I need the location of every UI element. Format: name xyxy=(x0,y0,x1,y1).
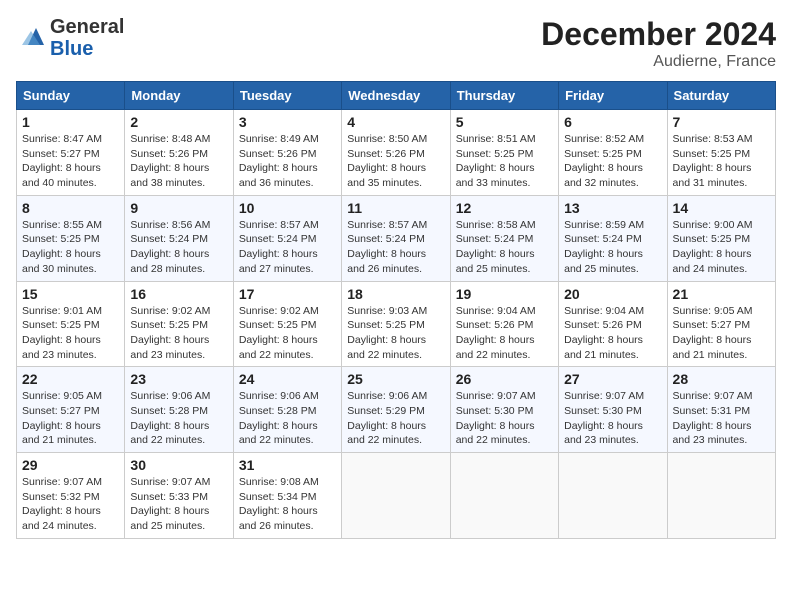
calendar-cell-empty xyxy=(450,453,558,539)
column-header-wednesday: Wednesday xyxy=(342,82,450,110)
calendar-cell-5: 5Sunrise: 8:51 AMSunset: 5:25 PMDaylight… xyxy=(450,110,558,196)
calendar-cell-24: 24Sunrise: 9:06 AMSunset: 5:28 PMDayligh… xyxy=(233,367,341,453)
calendar-cell-20: 20Sunrise: 9:04 AMSunset: 5:26 PMDayligh… xyxy=(559,281,667,367)
header: General Blue December 2024 Audierne, Fra… xyxy=(16,16,776,71)
logo-blue-text: Blue xyxy=(50,38,93,60)
calendar-cell-23: 23Sunrise: 9:06 AMSunset: 5:28 PMDayligh… xyxy=(125,367,233,453)
calendar-week-1: 8Sunrise: 8:55 AMSunset: 5:25 PMDaylight… xyxy=(17,195,776,281)
calendar-table: SundayMondayTuesdayWednesdayThursdayFrid… xyxy=(16,81,776,539)
calendar-cell-8: 8Sunrise: 8:55 AMSunset: 5:25 PMDaylight… xyxy=(17,195,125,281)
calendar-cell-empty xyxy=(667,453,775,539)
calendar-week-0: 1Sunrise: 8:47 AMSunset: 5:27 PMDaylight… xyxy=(17,110,776,196)
calendar-cell-22: 22Sunrise: 9:05 AMSunset: 5:27 PMDayligh… xyxy=(17,367,125,453)
column-header-monday: Monday xyxy=(125,82,233,110)
calendar-cell-31: 31Sunrise: 9:08 AMSunset: 5:34 PMDayligh… xyxy=(233,453,341,539)
calendar-week-2: 15Sunrise: 9:01 AMSunset: 5:25 PMDayligh… xyxy=(17,281,776,367)
calendar-cell-12: 12Sunrise: 8:58 AMSunset: 5:24 PMDayligh… xyxy=(450,195,558,281)
calendar-cell-28: 28Sunrise: 9:07 AMSunset: 5:31 PMDayligh… xyxy=(667,367,775,453)
calendar-cell-17: 17Sunrise: 9:02 AMSunset: 5:25 PMDayligh… xyxy=(233,281,341,367)
calendar-cell-3: 3Sunrise: 8:49 AMSunset: 5:26 PMDaylight… xyxy=(233,110,341,196)
calendar-cell-14: 14Sunrise: 9:00 AMSunset: 5:25 PMDayligh… xyxy=(667,195,775,281)
header-row: SundayMondayTuesdayWednesdayThursdayFrid… xyxy=(17,82,776,110)
calendar-cell-30: 30Sunrise: 9:07 AMSunset: 5:33 PMDayligh… xyxy=(125,453,233,539)
calendar-cell-4: 4Sunrise: 8:50 AMSunset: 5:26 PMDaylight… xyxy=(342,110,450,196)
calendar-cell-11: 11Sunrise: 8:57 AMSunset: 5:24 PMDayligh… xyxy=(342,195,450,281)
calendar-week-4: 29Sunrise: 9:07 AMSunset: 5:32 PMDayligh… xyxy=(17,453,776,539)
calendar-cell-25: 25Sunrise: 9:06 AMSunset: 5:29 PMDayligh… xyxy=(342,367,450,453)
calendar-cell-6: 6Sunrise: 8:52 AMSunset: 5:25 PMDaylight… xyxy=(559,110,667,196)
logo-general-text: General xyxy=(50,16,124,38)
calendar-cell-7: 7Sunrise: 8:53 AMSunset: 5:25 PMDaylight… xyxy=(667,110,775,196)
calendar-cell-21: 21Sunrise: 9:05 AMSunset: 5:27 PMDayligh… xyxy=(667,281,775,367)
column-header-saturday: Saturday xyxy=(667,82,775,110)
calendar-cell-9: 9Sunrise: 8:56 AMSunset: 5:24 PMDaylight… xyxy=(125,195,233,281)
calendar-cell-26: 26Sunrise: 9:07 AMSunset: 5:30 PMDayligh… xyxy=(450,367,558,453)
calendar-week-3: 22Sunrise: 9:05 AMSunset: 5:27 PMDayligh… xyxy=(17,367,776,453)
calendar-cell-2: 2Sunrise: 8:48 AMSunset: 5:26 PMDaylight… xyxy=(125,110,233,196)
calendar-cell-empty xyxy=(342,453,450,539)
column-header-friday: Friday xyxy=(559,82,667,110)
location-title: Audierne, France xyxy=(541,53,776,71)
column-header-tuesday: Tuesday xyxy=(233,82,341,110)
calendar-cell-13: 13Sunrise: 8:59 AMSunset: 5:24 PMDayligh… xyxy=(559,195,667,281)
column-header-sunday: Sunday xyxy=(17,82,125,110)
column-header-thursday: Thursday xyxy=(450,82,558,110)
logo: General Blue xyxy=(16,16,124,60)
month-title: December 2024 xyxy=(541,16,776,53)
calendar-cell-19: 19Sunrise: 9:04 AMSunset: 5:26 PMDayligh… xyxy=(450,281,558,367)
calendar-cell-18: 18Sunrise: 9:03 AMSunset: 5:25 PMDayligh… xyxy=(342,281,450,367)
calendar-cell-27: 27Sunrise: 9:07 AMSunset: 5:30 PMDayligh… xyxy=(559,367,667,453)
calendar-cell-10: 10Sunrise: 8:57 AMSunset: 5:24 PMDayligh… xyxy=(233,195,341,281)
calendar-cell-empty xyxy=(559,453,667,539)
calendar-cell-15: 15Sunrise: 9:01 AMSunset: 5:25 PMDayligh… xyxy=(17,281,125,367)
calendar-cell-29: 29Sunrise: 9:07 AMSunset: 5:32 PMDayligh… xyxy=(17,453,125,539)
title-area: December 2024 Audierne, France xyxy=(541,16,776,71)
logo-icon xyxy=(16,23,46,53)
calendar-cell-1: 1Sunrise: 8:47 AMSunset: 5:27 PMDaylight… xyxy=(17,110,125,196)
calendar-cell-16: 16Sunrise: 9:02 AMSunset: 5:25 PMDayligh… xyxy=(125,281,233,367)
